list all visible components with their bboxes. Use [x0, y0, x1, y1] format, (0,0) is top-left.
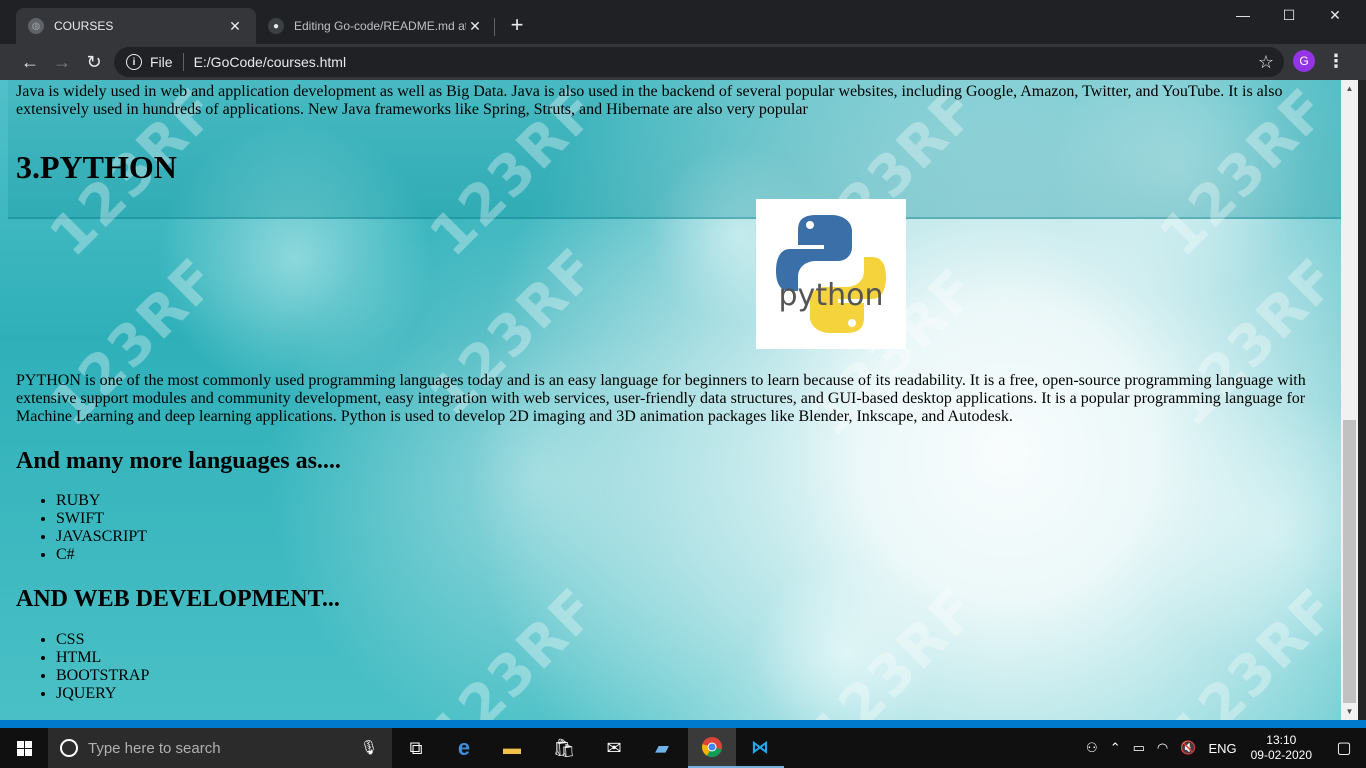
chrome-logo-icon — [702, 737, 722, 757]
web-development-heading: AND WEB DEVELOPMENT... — [16, 586, 340, 612]
watermark: 123RF — [417, 575, 611, 720]
maximize-button[interactable]: ☐ — [1266, 0, 1312, 30]
url-scheme-label: File — [150, 54, 173, 70]
windows-logo-icon — [16, 740, 32, 756]
chrome-icon[interactable] — [688, 728, 736, 768]
forward-arrow-icon[interactable]: → — [48, 48, 76, 76]
task-view-icon[interactable]: ⧉ — [392, 728, 440, 768]
globe-icon: ◍ — [28, 18, 44, 34]
tab-courses[interactable]: ◍ COURSES ✕ — [16, 8, 256, 44]
speaker-muted-icon[interactable]: 🔇 — [1180, 740, 1196, 756]
list-item: JAVASCRIPT — [56, 528, 147, 546]
microphone-icon[interactable]: 🎙 — [360, 739, 378, 756]
reload-icon[interactable]: ↻ — [80, 48, 108, 76]
tab-separator — [494, 18, 495, 36]
menu-dots-icon[interactable]: ⋮ — [1326, 50, 1346, 72]
wifi-icon[interactable]: ◠ — [1157, 740, 1168, 756]
clock-date: 09-02-2020 — [1250, 748, 1312, 762]
page-content: Java is widely used in web and applicati… — [16, 80, 1308, 702]
page-viewport: 123RF 123RF 123RF 123RF 123RF 123RF 123R… — [0, 80, 1341, 720]
list-item: HTML — [56, 649, 149, 667]
languages-list: RUBY SWIFT JAVASCRIPT C# — [56, 492, 147, 564]
python-logo-text: python — [779, 278, 884, 313]
close-tab-icon[interactable]: ✕ — [226, 17, 244, 35]
bookmark-star-icon[interactable]: ☆ — [1258, 52, 1274, 73]
url-divider — [182, 53, 184, 71]
python-paragraph: PYTHON is one of the most commonly used … — [16, 372, 1306, 425]
chevron-up-icon[interactable]: ⌃ — [1110, 740, 1121, 756]
browser-toolbar: ← → ↻ i File E:/GoCode/courses.html ☆ — [0, 44, 1366, 80]
scroll-down-icon[interactable]: ▼ — [1341, 703, 1358, 720]
clock-time: 13:10 — [1266, 733, 1297, 747]
profile-avatar[interactable]: G — [1293, 50, 1315, 72]
back-arrow-icon[interactable]: ← — [16, 48, 44, 76]
tab-title: Editing Go-code/README.md at — [294, 19, 466, 33]
more-languages-heading: And many more languages as.... — [16, 448, 341, 474]
background-band-edge — [8, 217, 1341, 219]
people-icon[interactable]: ⚇ — [1086, 740, 1098, 756]
search-icon — [60, 739, 78, 757]
list-item: CSS — [56, 631, 149, 649]
list-item: JQUERY — [56, 685, 149, 703]
close-tab-icon[interactable]: ✕ — [466, 17, 484, 35]
info-icon[interactable]: i — [126, 54, 142, 70]
mail-icon[interactable]: ✉ — [590, 728, 638, 768]
list-item: C# — [56, 546, 147, 564]
scroll-up-icon[interactable]: ▲ — [1341, 80, 1358, 97]
language-indicator[interactable]: ENG — [1208, 741, 1236, 756]
web-development-list: CSS HTML BOOTSTRAP JQUERY — [56, 631, 149, 703]
list-item: BOOTSTRAP — [56, 667, 149, 685]
clock[interactable]: 13:10 09-02-2020 — [1251, 733, 1312, 763]
tab-title: COURSES — [54, 19, 114, 33]
system-tray: ⚇ ⌃ ▭ ◠ 🔇 ENG 13:10 09-02-2020 ▢ — [1080, 728, 1366, 768]
address-bar[interactable]: i File E:/GoCode/courses.html ☆ — [114, 47, 1284, 77]
vertical-scrollbar[interactable]: ▲ ▼ — [1341, 80, 1358, 720]
python-heading: 3.PYTHON — [16, 149, 177, 185]
watermark: 123RF — [797, 575, 991, 720]
close-window-button[interactable]: ✕ — [1312, 0, 1358, 30]
start-button[interactable] — [0, 728, 48, 768]
file-explorer-icon[interactable]: ▬ — [488, 728, 536, 768]
python-logo-image: python — [756, 199, 906, 349]
vscode-icon[interactable]: ⋈ — [736, 728, 784, 768]
java-paragraph: Java is widely used in web and applicati… — [16, 83, 1283, 118]
windows-taskbar: Type here to search 🎙 ⧉ e ▬ 🛍 ✉ ▰ ⋈ ⚇ ⌃ … — [0, 728, 1366, 768]
battery-icon[interactable]: ▭ — [1133, 740, 1145, 756]
python-logo-icon: python — [776, 215, 886, 333]
url-text[interactable]: E:/GoCode/courses.html — [194, 54, 347, 70]
github-icon: ● — [268, 18, 284, 34]
notification-icon[interactable]: ▢ — [1322, 728, 1366, 768]
app-icon[interactable]: ▰ — [638, 728, 686, 768]
list-item: SWIFT — [56, 510, 147, 528]
edge-icon[interactable]: e — [440, 728, 488, 768]
background-window-edge — [1358, 80, 1366, 720]
browser-titlebar: ◍ COURSES ✕ ● Editing Go-code/README.md … — [0, 0, 1366, 44]
tab-github-readme[interactable]: ● Editing Go-code/README.md at ✕ — [256, 8, 496, 44]
scrollbar-thumb[interactable] — [1343, 420, 1356, 703]
editor-status-bar — [0, 720, 1366, 728]
search-placeholder: Type here to search — [88, 739, 221, 757]
store-icon[interactable]: 🛍 — [540, 728, 588, 768]
new-tab-button[interactable]: + — [506, 14, 528, 36]
minimize-button[interactable]: — — [1220, 0, 1266, 30]
watermark: 123RF — [1157, 575, 1341, 720]
list-item: RUBY — [56, 492, 147, 510]
taskbar-search[interactable]: Type here to search 🎙 — [48, 728, 392, 768]
